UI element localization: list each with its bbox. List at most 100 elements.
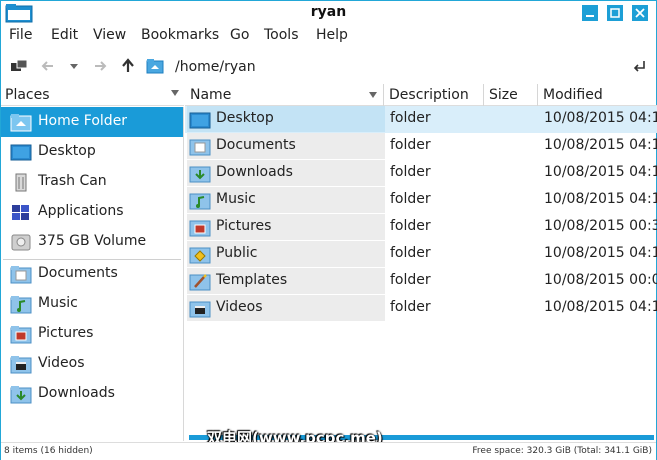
file-description: folder xyxy=(390,110,431,126)
places-header[interactable]: Places xyxy=(1,84,184,106)
table-row[interactable]: Pictures folder 10/08/2015 00:32 xyxy=(185,214,657,241)
file-name: Templates xyxy=(216,272,288,288)
file-modified: 10/08/2015 00:06 xyxy=(544,272,657,288)
file-modified: 10/08/2015 04:16 xyxy=(544,110,657,126)
menu-go[interactable]: Go xyxy=(230,27,249,43)
item-count: 8 items (16 hidden) xyxy=(4,446,93,456)
sidebar-item-documents[interactable]: Documents xyxy=(1,259,183,289)
file-description: folder xyxy=(390,272,431,288)
status-bar: 8 items (16 hidden) Free space: 320.3 Gi… xyxy=(1,442,656,460)
menu-tools[interactable]: Tools xyxy=(264,27,299,43)
table-row[interactable]: Templates folder 10/08/2015 00:06 xyxy=(185,268,657,295)
table-row[interactable]: Videos folder 10/08/2015 04:16 xyxy=(185,295,657,322)
file-name: Videos xyxy=(216,299,263,315)
minimize-button[interactable] xyxy=(582,5,598,21)
sidebar-item-label: Pictures xyxy=(38,325,94,341)
sidebar-item-downloads[interactable]: Downloads xyxy=(1,379,183,409)
sidebar-item-desktop[interactable]: Desktop xyxy=(1,137,183,167)
table-row[interactable]: Desktop folder 10/08/2015 04:16 xyxy=(185,106,657,133)
go-return-icon[interactable] xyxy=(631,58,649,76)
sidebar-item-pictures[interactable]: Pictures xyxy=(1,319,183,349)
new-window-icon[interactable] xyxy=(10,57,28,75)
videos-folder-icon xyxy=(10,356,32,374)
column-header-size[interactable]: Size xyxy=(484,84,538,106)
close-button[interactable] xyxy=(632,5,648,21)
title-bar: ryan xyxy=(1,1,656,25)
history-dropdown-icon[interactable] xyxy=(65,57,83,75)
file-name: Desktop xyxy=(216,110,274,126)
table-row[interactable]: Music folder 10/08/2015 04:16 xyxy=(185,187,657,214)
table-row[interactable]: Downloads folder 10/08/2015 04:16 xyxy=(185,160,657,187)
sidebar-item-label: Downloads xyxy=(38,385,115,401)
maximize-icon xyxy=(610,8,620,18)
home-folder-icon[interactable] xyxy=(146,57,164,75)
sidebar-item-label: Desktop xyxy=(38,143,96,159)
file-modified: 10/08/2015 04:16 xyxy=(544,164,657,180)
column-headers: Name Description Size Modified xyxy=(185,84,657,106)
menu-bar: File Edit View Bookmarks Go Tools Help xyxy=(1,25,656,49)
menu-bookmarks[interactable]: Bookmarks xyxy=(141,27,219,43)
table-row[interactable]: Documents folder 10/08/2015 04:16 xyxy=(185,133,657,160)
column-header-name[interactable]: Name xyxy=(185,84,384,106)
file-name: Downloads xyxy=(216,164,293,180)
documents-folder-icon xyxy=(189,139,211,156)
templates-folder-icon xyxy=(189,274,211,291)
sidebar-item-label: Applications xyxy=(38,203,124,219)
home-folder-icon xyxy=(10,114,32,132)
menu-view[interactable]: View xyxy=(93,27,126,43)
sidebar-item-label: Trash Can xyxy=(38,173,107,189)
file-description: folder xyxy=(390,137,431,153)
minimize-icon xyxy=(586,15,594,17)
column-description-label: Description xyxy=(389,87,469,103)
file-manager-window: ryan File Edit View Bookmarks Go Tools H… xyxy=(0,0,657,460)
file-description: folder xyxy=(390,191,431,207)
sidebar-item-volume[interactable]: 375 GB Volume xyxy=(1,227,183,257)
file-name: Public xyxy=(216,245,258,261)
desktop-folder-icon xyxy=(189,112,211,129)
sidebar-item-videos[interactable]: Videos xyxy=(1,349,183,379)
places-label: Places xyxy=(5,87,50,103)
window-title: ryan xyxy=(310,4,347,20)
file-modified: 10/08/2015 04:16 xyxy=(544,191,657,207)
file-description: folder xyxy=(390,164,431,180)
maximize-button[interactable] xyxy=(607,5,623,21)
pictures-folder-icon xyxy=(189,220,211,237)
sidebar-item-home-folder[interactable]: Home Folder xyxy=(1,107,183,137)
places-sidebar: Home Folder Desktop Trash Can Applicatio… xyxy=(1,107,184,441)
free-space: Free space: 320.3 GiB (Total: 341.1 GiB) xyxy=(472,446,652,456)
drive-icon xyxy=(11,234,31,251)
sidebar-item-label: 375 GB Volume xyxy=(38,233,147,249)
file-modified: 10/08/2015 04:16 xyxy=(544,299,657,315)
file-modified: 10/08/2015 00:32 xyxy=(544,218,657,234)
menu-help[interactable]: Help xyxy=(316,27,348,43)
sidebar-item-applications[interactable]: Applications xyxy=(1,197,183,227)
file-description: folder xyxy=(390,299,431,315)
file-name: Pictures xyxy=(216,218,272,234)
column-header-description[interactable]: Description xyxy=(384,84,484,106)
file-modified: 10/08/2015 04:16 xyxy=(544,137,657,153)
file-name: Music xyxy=(216,191,256,207)
file-list: Name Description Size Modified Desktop f… xyxy=(185,84,657,441)
table-row[interactable]: Public folder 10/08/2015 04:16 xyxy=(185,241,657,268)
documents-folder-icon xyxy=(10,266,32,284)
column-modified-label: Modified xyxy=(543,87,603,103)
up-arrow-icon[interactable] xyxy=(119,57,137,75)
forward-arrow-icon[interactable] xyxy=(91,57,109,75)
back-arrow-icon[interactable] xyxy=(39,57,57,75)
menu-edit[interactable]: Edit xyxy=(51,27,78,43)
chevron-down-icon[interactable] xyxy=(171,90,179,96)
sidebar-item-music[interactable]: Music xyxy=(1,289,183,319)
menu-file[interactable]: File xyxy=(9,27,32,43)
sidebar-item-trash[interactable]: Trash Can xyxy=(1,167,183,197)
desktop-icon xyxy=(10,144,32,161)
column-size-label: Size xyxy=(489,87,518,103)
trash-icon xyxy=(15,173,27,192)
music-folder-icon xyxy=(10,296,32,314)
file-name: Documents xyxy=(216,137,296,153)
column-header-modified[interactable]: Modified xyxy=(538,84,657,106)
downloads-folder-icon xyxy=(189,166,211,183)
file-modified: 10/08/2015 04:16 xyxy=(544,245,657,261)
applications-icon xyxy=(12,205,29,220)
sidebar-item-label: Home Folder xyxy=(38,113,128,129)
path-input[interactable] xyxy=(171,56,629,78)
